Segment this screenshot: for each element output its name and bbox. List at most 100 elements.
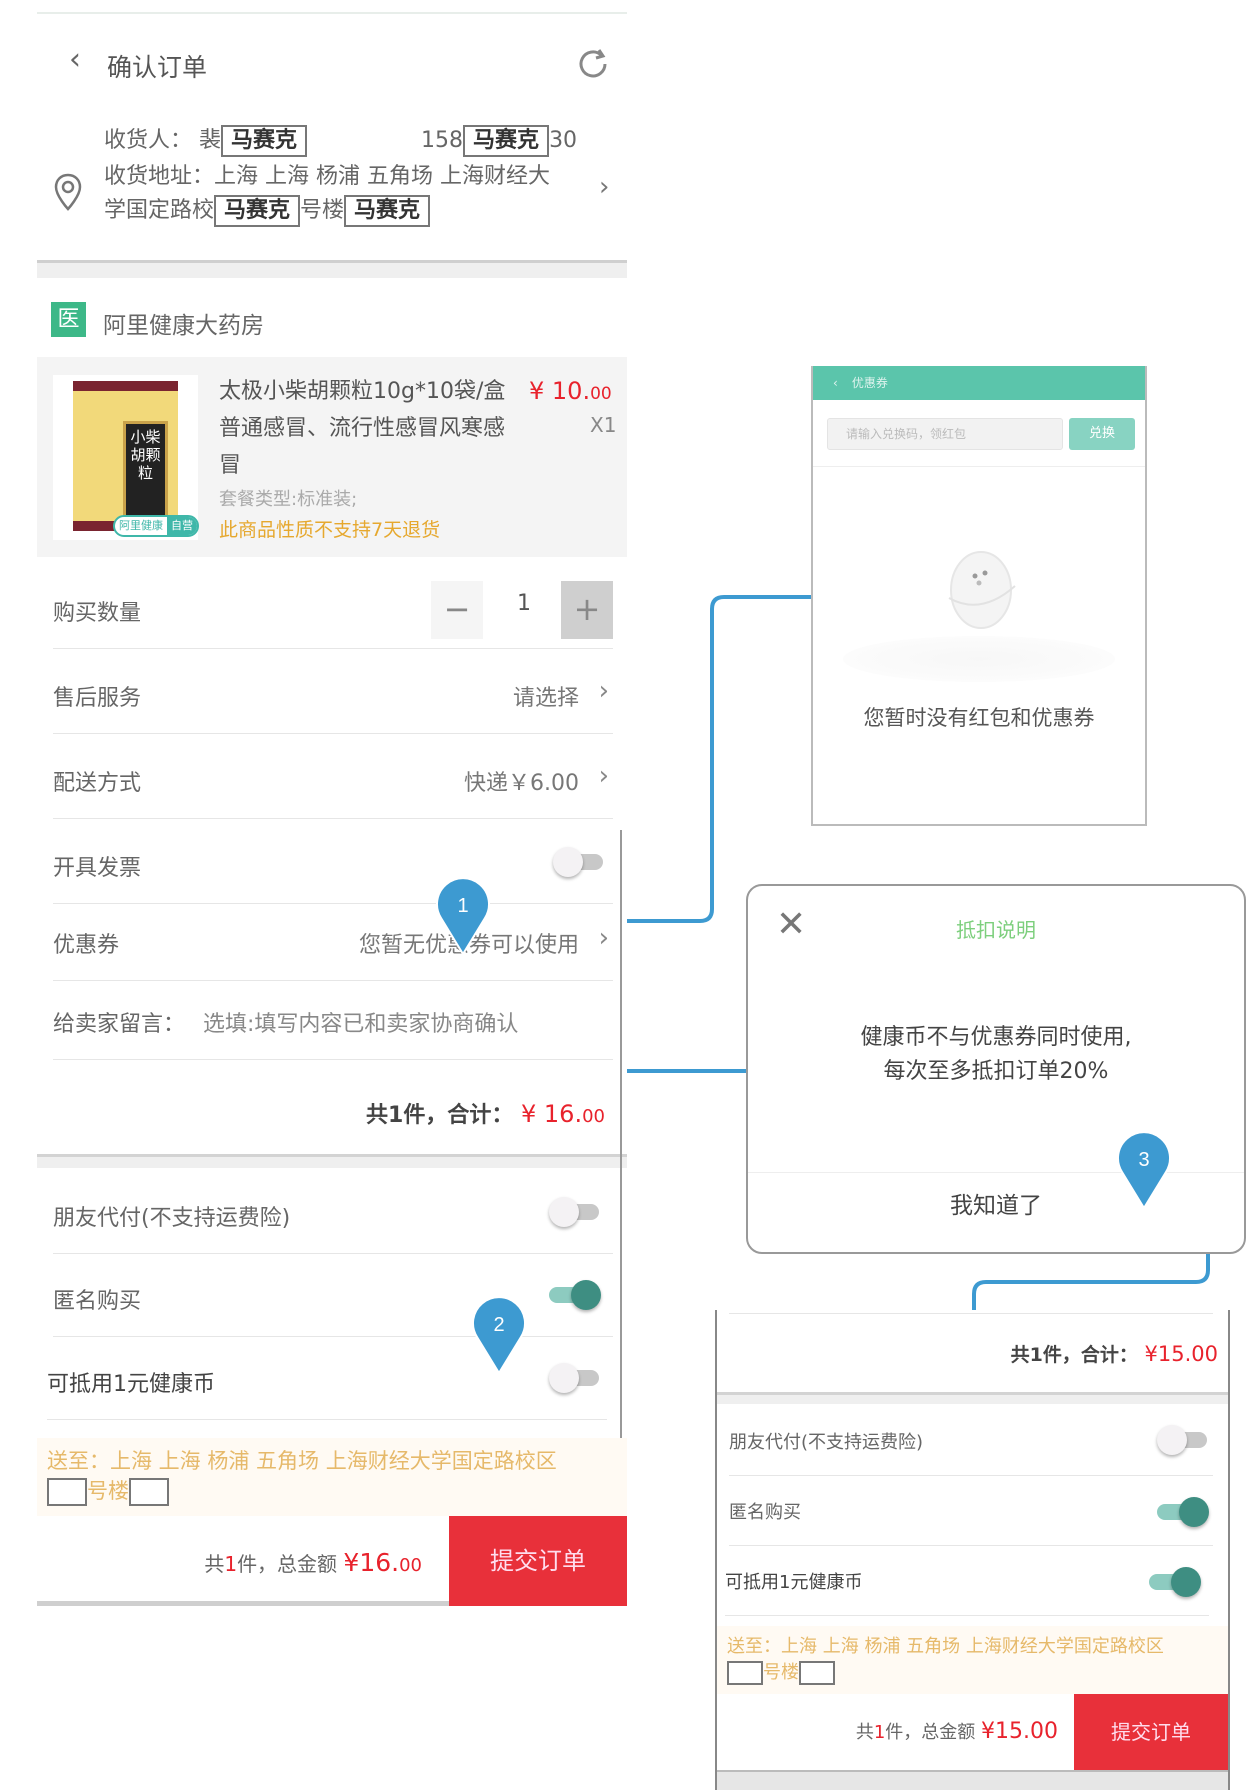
checkout-bar: 共1件，总金额 ¥16.00 提交订单 xyxy=(37,1516,627,1606)
delivery-row[interactable]: 配送方式 快递￥6.00 › xyxy=(53,737,613,819)
checkout-bar: 共1件，总金额 ¥15.00 提交订单 xyxy=(717,1694,1228,1770)
after-sales-label: 售后服务 xyxy=(53,686,142,711)
friend-pay-row: 朋友代付(不支持运费险) xyxy=(53,1172,613,1254)
self-operated-tag: 阿里健康 自营 xyxy=(113,515,199,537)
refresh-icon[interactable] xyxy=(575,46,611,82)
delivery-value: 快递￥6.00 xyxy=(464,771,579,796)
phone-suffix: 30 xyxy=(549,128,578,153)
redeem-code-input[interactable]: 请输入兑换码，领红包 xyxy=(827,418,1063,450)
product-quantity: X1 xyxy=(590,413,617,437)
panel-border xyxy=(620,830,622,1452)
delivery-label: 配送方式 xyxy=(53,771,142,796)
friend-pay-toggle[interactable] xyxy=(549,1196,599,1227)
anonymous-toggle[interactable] xyxy=(1157,1496,1209,1527)
chevron-right-icon[interactable]: › xyxy=(599,761,609,791)
ship-to-banner: 送至：上海 上海 杨浦 五角场 上海财经大学国定路校区 号楼 xyxy=(717,1626,1228,1694)
subtotal: 共1件，合计： ¥15.00 xyxy=(1011,1340,1218,1367)
pharmacy-badge-icon: 医 xyxy=(51,302,86,337)
health-coin-toggle[interactable] xyxy=(1149,1566,1201,1597)
receiver-name: 裴 xyxy=(199,128,222,153)
product-title: 太极小柴胡颗粒10g*10袋/盒 普通感冒、流行性感冒风寒感冒 xyxy=(219,379,506,478)
total-summary: 共1件，总金额 ¥15.00 xyxy=(855,1719,1058,1744)
total-amount: ¥15.00 xyxy=(981,1719,1058,1744)
address-card[interactable]: 收货人： 裴马赛克 158 马赛克 30 收货地址：上海 上海 杨浦 五角场 上海财… xyxy=(37,122,627,267)
chevron-right-icon[interactable]: › xyxy=(599,923,609,953)
coupon-screen: ‹ 优惠券 请输入兑换码，领红包 兑换 您暂时没有红包和优惠券 xyxy=(811,366,1147,826)
section-divider xyxy=(717,1392,1228,1404)
health-coin-label: 可抵用1元健康币 xyxy=(47,1372,215,1397)
mosaic-mask: 马赛克 xyxy=(344,195,431,227)
ship-to-banner: 送至：上海 上海 杨浦 五角场 上海财经大学国定路校区 号楼 xyxy=(37,1438,627,1516)
dialog-body-line-1: 健康币不与优惠券同时使用, xyxy=(860,1025,1132,1050)
empty-shadow xyxy=(843,636,1115,682)
health-coin-toggle[interactable] xyxy=(549,1362,599,1393)
quantity-value[interactable]: 1 xyxy=(517,591,531,616)
product-price: ¥ 10.00 xyxy=(529,377,612,405)
seller-message-label: 给卖家留言： xyxy=(53,1012,186,1037)
self-tag: 自营 xyxy=(167,517,197,535)
subtotal-label: 共1件，合计： xyxy=(1010,1344,1138,1366)
mosaic-mask xyxy=(47,1478,87,1506)
ship-to-building: 号楼 xyxy=(87,1479,129,1503)
android-nav-bar xyxy=(717,1770,1228,1790)
quantity-increment-button[interactable]: + xyxy=(561,581,613,639)
anonymous-label: 匿名购买 xyxy=(53,1289,142,1314)
section-divider xyxy=(37,260,627,278)
redeem-button[interactable]: 兑换 xyxy=(1069,418,1135,450)
empty-state-text: 您暂时没有红包和优惠券 xyxy=(863,706,1095,730)
mosaic-mask xyxy=(727,1661,763,1685)
receiver-label: 收货人： xyxy=(104,128,193,153)
product-card[interactable]: 小柴胡颗粒 阿里健康 自营 太极小柴胡颗粒10g*10袋/盒 普通感冒、流行性感冒… xyxy=(37,357,627,557)
coupon-header: ‹ 优惠券 xyxy=(813,366,1145,400)
seller-message-row: 给卖家留言： 选填:填写内容已和卖家协商确认 xyxy=(53,982,613,1060)
callout-marker-2: 2 xyxy=(472,1296,526,1375)
callout-number: 1 xyxy=(457,895,468,917)
seller-message-input[interactable]: 选填:填写内容已和卖家协商确认 xyxy=(203,1006,518,1038)
anonymous-row: 匿名购买 xyxy=(53,1255,613,1337)
back-icon[interactable]: ‹ xyxy=(69,42,81,77)
address-text-2: 学国定路校 xyxy=(104,198,215,223)
quantity-row: 购买数量 − 1 + xyxy=(53,567,613,649)
dialog-body-line-2: 每次至多抵扣订单20% xyxy=(883,1059,1109,1084)
empty-mascot-icon xyxy=(948,551,1016,629)
brand-tag: 阿里健康 xyxy=(119,519,163,532)
callout-marker-1: 1 xyxy=(436,877,490,956)
mosaic-mask xyxy=(799,1661,835,1685)
friend-pay-toggle[interactable] xyxy=(1157,1424,1207,1455)
medicine-box-graphic: 小柴胡颗粒 xyxy=(73,381,178,531)
invoice-toggle[interactable] xyxy=(553,846,603,877)
coupon-row[interactable]: 优惠券 您暂无优惠券可以使用 › xyxy=(53,905,613,981)
quantity-decrement-button[interactable]: − xyxy=(431,581,483,639)
dialog-body: 健康币不与优惠券同时使用, 每次至多抵扣订单20% xyxy=(748,1021,1244,1089)
receiver-line: 收货人： 裴马赛克 158 马赛克 30 xyxy=(104,122,577,157)
coupon-title: 优惠券 xyxy=(851,376,888,390)
address-text: 上海 上海 杨浦 五角场 上海财经大 xyxy=(214,164,550,189)
submit-order-button[interactable]: 提交订单 xyxy=(1074,1694,1228,1770)
address-label: 收货地址： xyxy=(104,164,215,189)
store-name: 阿里健康大药房 xyxy=(103,313,264,339)
coupon-label: 优惠券 xyxy=(53,933,120,958)
total-amount: ¥16.00 xyxy=(343,1548,422,1577)
submit-order-button[interactable]: 提交订单 xyxy=(449,1516,627,1606)
back-icon[interactable]: ‹ xyxy=(833,376,838,390)
callout-number: 2 xyxy=(493,1314,504,1336)
callout-number: 3 xyxy=(1138,1149,1149,1171)
return-warning: 此商品性质不支持7天退货 xyxy=(219,519,441,541)
after-sales-value: 请选择 xyxy=(512,686,579,711)
chevron-right-icon[interactable]: › xyxy=(599,676,609,706)
subtotal: 共1件，合计： ¥ 16.00 xyxy=(366,1097,605,1129)
package-type: 套餐类型:标准装; xyxy=(219,489,358,510)
phone-prefix: 158 xyxy=(421,128,464,153)
divider xyxy=(729,1313,1213,1314)
anonymous-row: 匿名购买 xyxy=(729,1476,1213,1546)
health-coin-label: 可抵用1元健康币 xyxy=(725,1572,863,1593)
subtotal-amount: ¥ 16.00 xyxy=(521,1100,605,1128)
mosaic-mask xyxy=(129,1478,169,1506)
chevron-right-icon[interactable]: › xyxy=(599,172,609,202)
section-divider xyxy=(37,1154,627,1168)
anonymous-label: 匿名购买 xyxy=(729,1502,801,1523)
ship-to-text: 送至：上海 上海 杨浦 五角场 上海财经大学国定路校区 xyxy=(727,1636,1164,1657)
after-sales-row[interactable]: 售后服务 请选择 › xyxy=(53,652,613,734)
ship-to-building: 号楼 xyxy=(763,1662,799,1683)
anonymous-toggle[interactable] xyxy=(549,1279,601,1310)
